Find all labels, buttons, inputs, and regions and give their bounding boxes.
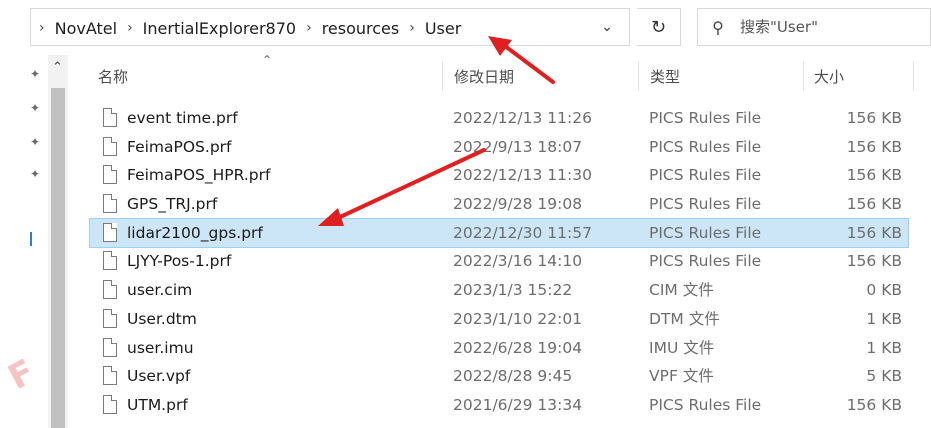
red-arrow-icon xyxy=(488,36,555,84)
red-arrow-icon xyxy=(318,148,486,226)
annotation-overlay xyxy=(318,36,555,226)
